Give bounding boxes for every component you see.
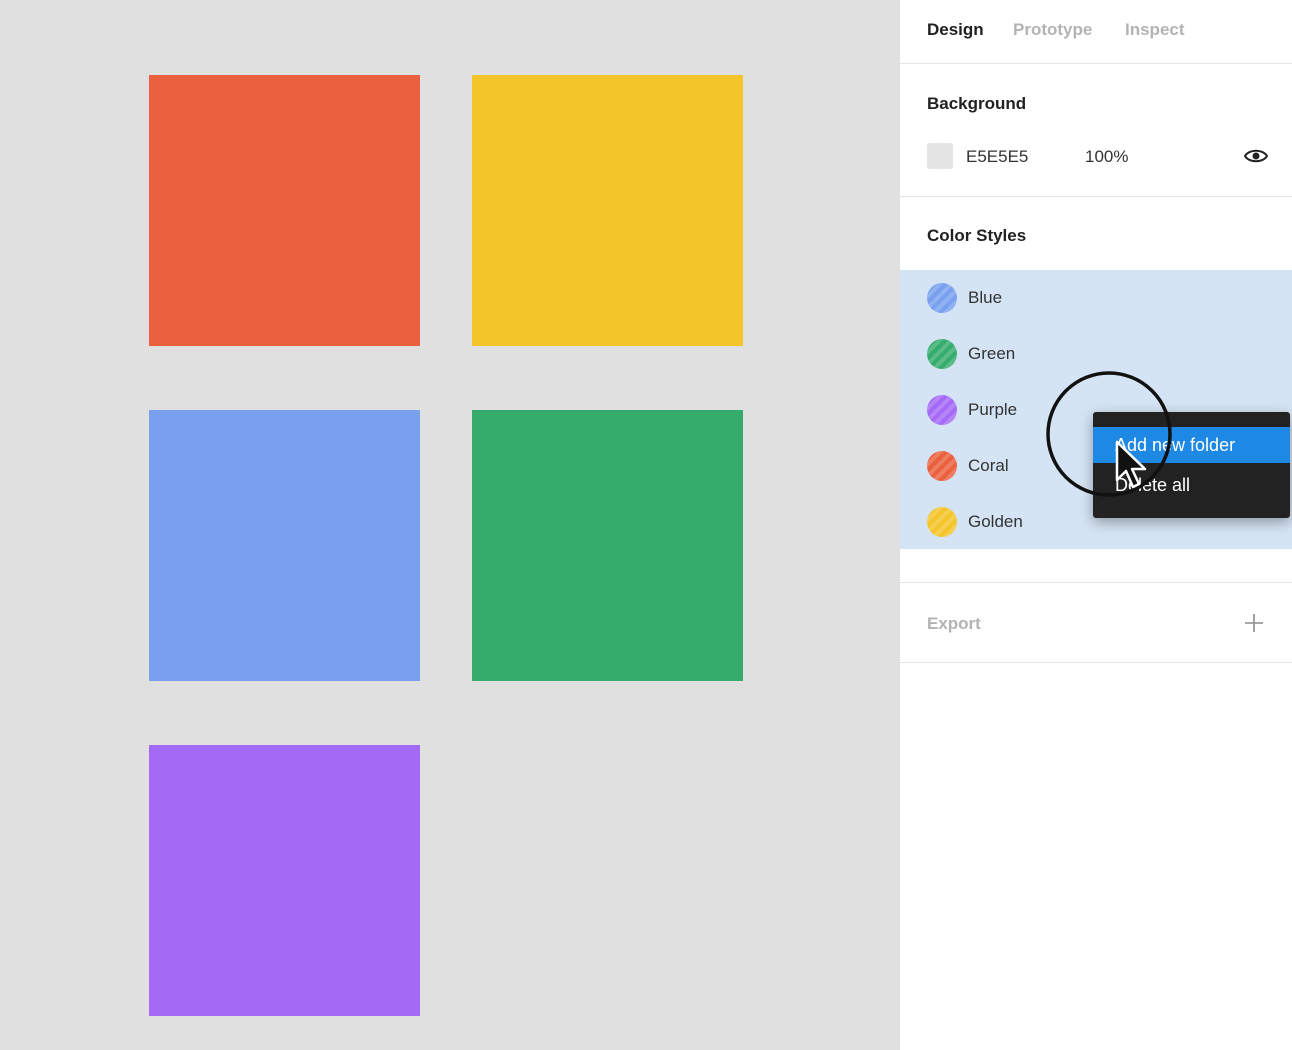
frame-coral[interactable] <box>149 75 420 346</box>
color-style-label: Purple <box>968 400 1018 419</box>
tab-prototype[interactable]: Prototype <box>1013 20 1092 40</box>
frame-blue[interactable] <box>149 410 420 681</box>
frame-green[interactable] <box>472 410 743 681</box>
section-divider <box>900 662 1292 663</box>
section-divider <box>900 582 1292 583</box>
section-divider <box>900 196 1292 197</box>
color-style-label: Blue <box>968 288 1003 307</box>
export-section-title: Export <box>927 614 981 633</box>
menu-item-label: Delete all <box>1115 475 1191 495</box>
eye-icon[interactable] <box>1244 146 1268 166</box>
design-canvas[interactable] <box>0 0 900 1050</box>
context-menu: Add new folder Delete all <box>1093 412 1290 518</box>
properties-panel: Design Prototype Inspect Background E5E5… <box>900 0 1292 1050</box>
background-section-title: Background <box>927 94 1027 113</box>
tab-design[interactable]: Design <box>927 20 984 40</box>
menu-item-label: Add new folder <box>1115 435 1236 455</box>
background-opacity-value[interactable]: 100% <box>1085 147 1128 167</box>
menu-item-delete-all[interactable]: Delete all <box>1093 467 1290 503</box>
background-hex-value[interactable]: E5E5E5 <box>966 147 1028 167</box>
color-style-label: Golden <box>968 512 1023 531</box>
background-color-chip[interactable] <box>927 143 953 169</box>
color-style-item-blue[interactable]: Blue <box>900 270 1292 326</box>
color-styles-section-title: Color Styles <box>927 226 1027 245</box>
color-style-swatch <box>927 395 957 425</box>
frame-golden[interactable] <box>472 75 743 346</box>
menu-item-add-new-folder[interactable]: Add new folder <box>1093 427 1290 463</box>
color-style-label: Coral <box>968 456 1009 475</box>
tab-inspect[interactable]: Inspect <box>1125 20 1185 40</box>
color-style-swatch <box>927 339 957 369</box>
frame-purple[interactable] <box>149 745 420 1016</box>
color-style-item-green[interactable]: Green <box>900 326 1292 382</box>
panel-tabs: Design Prototype Inspect <box>900 0 1292 64</box>
color-style-swatch <box>927 283 957 313</box>
color-style-label: Green <box>968 344 1016 363</box>
plus-icon[interactable] <box>1243 612 1265 634</box>
color-style-swatch <box>927 507 957 537</box>
color-style-swatch <box>927 451 957 481</box>
